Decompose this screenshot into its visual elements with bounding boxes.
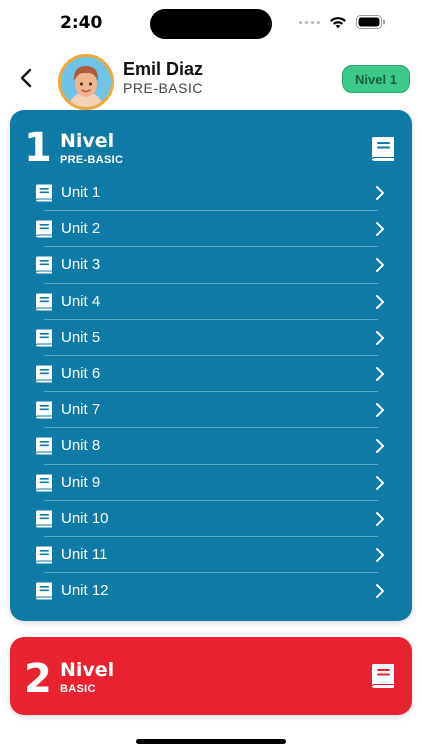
book-icon [36, 474, 52, 491]
chevron-right-icon [376, 294, 384, 309]
chevron-right-icon [376, 439, 384, 454]
book-icon [372, 664, 394, 688]
level-subtitle: PRE-BASIC [60, 154, 124, 166]
book-icon [36, 329, 52, 347]
level-number: 2 [24, 656, 52, 702]
unit-row-6[interactable]: Unit 6 [10, 356, 412, 393]
level-card-header[interactable]: 1 Nivel PRE-BASIC [10, 110, 412, 170]
book-icon [36, 293, 52, 311]
back-button[interactable] [14, 64, 38, 92]
book-icon [36, 365, 52, 383]
unit-label: Unit 2 [61, 220, 101, 238]
unit-row-11[interactable]: Unit 11 [10, 537, 412, 574]
chevron-right-icon [376, 584, 384, 599]
book-icon [36, 220, 52, 238]
unit-label: Unit 7 [61, 401, 101, 419]
level-card-header[interactable]: 2 Nivel BASIC [10, 637, 412, 702]
level-number: 1 [24, 125, 52, 171]
user-level: PRE-BASIC [123, 80, 203, 96]
unit-row-8[interactable]: Unit 8 [10, 428, 412, 465]
book-icon [36, 582, 52, 600]
cellular-signal-icon [299, 20, 320, 24]
unit-row-10[interactable]: Unit 10 [10, 501, 412, 538]
level-card-1[interactable]: 1 Nivel PRE-BASIC Unit 1 Unit 2 Unit 3 U… [10, 110, 412, 621]
unit-label: Unit 5 [61, 328, 101, 346]
chevron-right-icon [376, 258, 384, 273]
unit-row-2[interactable]: Unit 2 [10, 211, 412, 248]
wifi-icon [330, 16, 346, 28]
unit-row-7[interactable]: Unit 7 [10, 392, 412, 429]
chevron-right-icon [376, 475, 384, 490]
book-icon [36, 401, 52, 419]
home-indicator[interactable] [136, 739, 286, 744]
book-icon [36, 546, 52, 564]
book-icon [36, 510, 52, 528]
unit-label: Unit 8 [61, 437, 101, 455]
chevron-right-icon [376, 403, 384, 418]
level-badge[interactable]: Nivel 1 [342, 65, 410, 93]
chevron-right-icon [376, 511, 384, 526]
unit-row-1[interactable]: Unit 1 [10, 175, 412, 212]
avatar [58, 54, 114, 110]
unit-row-5[interactable]: Unit 5 [10, 320, 412, 357]
unit-row-4[interactable]: Unit 4 [10, 284, 412, 320]
unit-row-3[interactable]: Unit 3 [10, 247, 412, 284]
chevron-left-icon [20, 68, 32, 88]
status-bar: 2:40 [0, 0, 422, 46]
unit-row-9[interactable]: Unit 9 [10, 465, 412, 501]
unit-label: Unit 12 [61, 582, 109, 600]
book-icon [372, 137, 394, 161]
book-icon [36, 184, 52, 202]
level-title: Nivel [60, 659, 115, 681]
unit-label: Unit 4 [61, 292, 101, 310]
chevron-right-icon [376, 186, 384, 200]
level-card-2[interactable]: 2 Nivel BASIC [10, 637, 412, 715]
level-subtitle: BASIC [60, 683, 96, 695]
level-title: Nivel [60, 130, 115, 152]
unit-label: Unit 3 [61, 256, 101, 274]
unit-label: Unit 9 [61, 473, 101, 491]
book-icon [36, 256, 52, 274]
chevron-right-icon [376, 547, 384, 562]
chevron-right-icon [376, 366, 384, 381]
unit-label: Unit 10 [61, 509, 109, 527]
book-icon [36, 437, 52, 455]
unit-label: Unit 1 [61, 184, 101, 201]
unit-label: Unit 6 [61, 364, 101, 382]
unit-row-12[interactable]: Unit 12 [10, 573, 412, 609]
chevron-right-icon [376, 330, 384, 345]
chevron-right-icon [376, 222, 384, 237]
battery-icon [356, 15, 385, 29]
dynamic-island [150, 9, 272, 39]
unit-list: Unit 1 Unit 2 Unit 3 Unit 4 Unit 5 Unit … [10, 175, 412, 609]
status-icons [299, 15, 386, 29]
status-time: 2:40 [60, 13, 103, 33]
unit-label: Unit 11 [61, 545, 108, 563]
user-name: Emil Diaz [123, 59, 204, 79]
header: Emil Diaz PRE-BASIC Nivel 1 [0, 50, 422, 110]
